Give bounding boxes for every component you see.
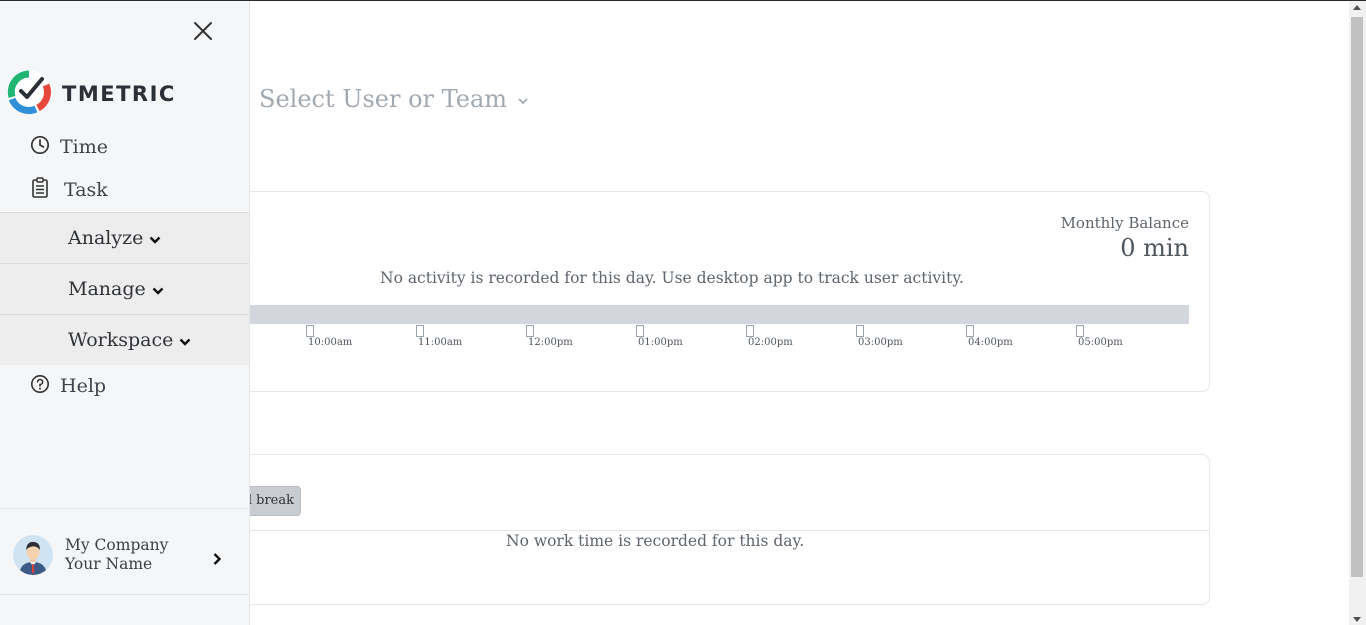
timeline-time-label: 11:00am [418, 337, 463, 348]
monthly-balance-value: 0 min [1120, 234, 1189, 262]
sidebar-item-label: Time [60, 136, 109, 158]
sidebar: TMETRIC Time Task Analyze Manage Workspa… [0, 1, 250, 625]
vertical-scrollbar[interactable] [1349, 1, 1366, 625]
user-team-select[interactable]: Select User or Team [259, 85, 529, 113]
clipboard-icon [30, 176, 50, 204]
close-icon[interactable] [191, 19, 215, 43]
scroll-up-arrow-icon[interactable] [1353, 5, 1361, 10]
timeline-tick [526, 325, 534, 337]
scroll-thumb[interactable] [1351, 17, 1363, 577]
no-work-message: No work time is recorded for this day. [506, 532, 805, 550]
sidebar-item-time[interactable]: Time [0, 132, 249, 162]
sidebar-item-help[interactable]: Help [0, 371, 249, 401]
tmetric-logo[interactable]: TMETRIC [6, 69, 176, 119]
timeline-time-label: 10:00am [308, 337, 353, 348]
profile-company: My Company [65, 536, 169, 554]
timeline-time-label: 02:00pm [748, 337, 793, 348]
chevron-down-icon [149, 228, 161, 250]
user-team-select-label: Select User or Team [259, 85, 508, 113]
no-activity-message: No activity is recorded for this day. Us… [380, 269, 964, 287]
timeline-time-label: 04:00pm [968, 337, 1013, 348]
timeline-time-label: 05:00pm [1078, 337, 1123, 348]
chevron-down-icon [517, 93, 529, 109]
timeline-tick [746, 325, 754, 337]
timeline-time-label: 12:00pm [528, 337, 573, 348]
timeline-tick [636, 325, 644, 337]
chevron-right-icon [212, 551, 222, 570]
profile-name: Your Name [65, 555, 153, 573]
sidebar-group-analyze[interactable]: Analyze [0, 212, 249, 263]
profile-switcher[interactable]: My Company Your Name [0, 508, 249, 595]
activity-timeline-bar [151, 305, 1189, 324]
sidebar-item-task[interactable]: Task [0, 175, 249, 205]
timeline-tick [856, 325, 864, 337]
sidebar-group-label: Analyze [68, 227, 144, 249]
logo-text: TMETRIC [62, 82, 176, 106]
monthly-balance-label: Monthly Balance [1060, 214, 1189, 232]
timeline-tick [1076, 325, 1084, 337]
chevron-down-icon [152, 279, 164, 301]
sidebar-group-workspace[interactable]: Workspace [0, 314, 249, 365]
timeline-tick [416, 325, 424, 337]
tmetric-logo-icon [6, 69, 52, 119]
work-time-card: d break No work time is recorded for thi… [150, 454, 1210, 605]
chevron-down-icon [179, 330, 191, 352]
avatar [13, 535, 53, 575]
timeline-time-label: 01:00pm [638, 337, 683, 348]
sidebar-item-label: Task [64, 179, 108, 201]
clock-icon [30, 135, 50, 160]
activity-card: Monthly Balance 0 min No activity is rec… [150, 191, 1210, 392]
scroll-down-arrow-icon[interactable] [1353, 617, 1361, 622]
divider [151, 530, 1209, 531]
sidebar-group-manage[interactable]: Manage [0, 263, 249, 314]
question-circle-icon [30, 374, 50, 399]
sidebar-item-label: Help [60, 375, 107, 397]
sidebar-group-label: Manage [68, 278, 146, 300]
timeline-tick [306, 325, 314, 337]
sidebar-group-label: Workspace [68, 329, 174, 351]
timeline-tick [966, 325, 974, 337]
timeline-time-label: 03:00pm [858, 337, 903, 348]
